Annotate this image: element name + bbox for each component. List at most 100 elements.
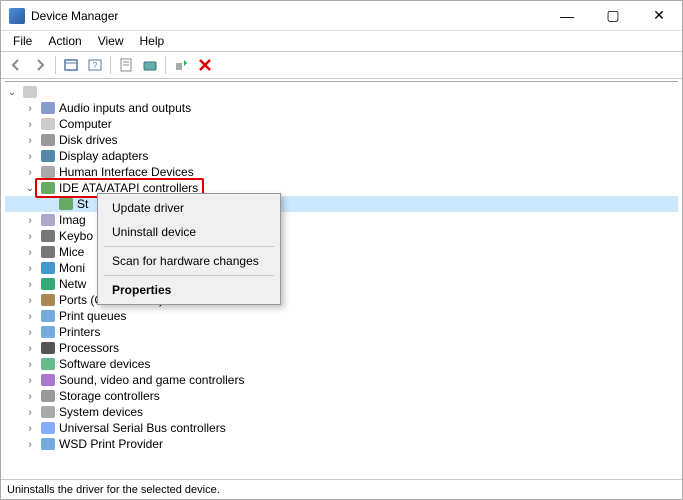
status-text: Uninstalls the driver for the selected d…	[7, 484, 220, 496]
uninstall-device-button[interactable]	[194, 54, 216, 76]
update-driver-button[interactable]	[139, 54, 161, 76]
chevron-right-icon[interactable]: ›	[23, 165, 37, 179]
chevron-right-icon[interactable]: ›	[23, 277, 37, 291]
back-button[interactable]	[5, 54, 27, 76]
tree-item-print-queues[interactable]: › Print queues	[5, 308, 678, 324]
tree-item-label: Keybo	[59, 229, 93, 243]
context-uninstall-device[interactable]: Uninstall device	[100, 220, 278, 244]
tree-item-storage-controllers[interactable]: › Storage controllers	[5, 388, 678, 404]
titlebar: Device Manager — ▢ ✕	[1, 1, 682, 31]
tree-item-label: Human Interface Devices	[59, 165, 194, 179]
imaging-icon	[40, 212, 56, 228]
tree-item-processors[interactable]: › Processors	[5, 340, 678, 356]
chevron-right-icon[interactable]: ›	[23, 293, 37, 307]
chevron-right-icon[interactable]: ›	[23, 245, 37, 259]
tree-item-label: Print queues	[59, 309, 126, 323]
computer-icon	[22, 84, 38, 100]
tree-item-label: Moni	[59, 261, 85, 275]
tree-item-label: Computer	[59, 117, 112, 131]
menu-action[interactable]: Action	[40, 32, 89, 50]
menu-view[interactable]: View	[90, 32, 132, 50]
tree-item-label: Display adapters	[59, 149, 148, 163]
cpu-icon	[40, 340, 56, 356]
chevron-right-icon[interactable]: ›	[23, 133, 37, 147]
tree-item-software-devices[interactable]: › Software devices	[5, 356, 678, 372]
disk-icon	[40, 132, 56, 148]
storage-icon	[40, 388, 56, 404]
help-button[interactable]: ?	[84, 54, 106, 76]
forward-button[interactable]	[29, 54, 51, 76]
tree-item-usb[interactable]: › Universal Serial Bus controllers	[5, 420, 678, 436]
close-button[interactable]: ✕	[636, 1, 682, 31]
tree-item-label: WSD Print Provider	[59, 437, 163, 451]
chevron-right-icon[interactable]: ›	[23, 229, 37, 243]
menu-help[interactable]: Help	[132, 32, 173, 50]
system-icon	[40, 404, 56, 420]
tree-item-label: Sound, video and game controllers	[59, 373, 244, 387]
chevron-right-icon[interactable]: ›	[23, 101, 37, 115]
chevron-right-icon[interactable]: ›	[23, 405, 37, 419]
chevron-right-icon[interactable]: ›	[23, 357, 37, 371]
app-icon	[9, 8, 25, 24]
tree-item-label: Audio inputs and outputs	[59, 101, 191, 115]
chevron-right-icon[interactable]: ›	[23, 261, 37, 275]
keyboard-icon	[40, 228, 56, 244]
usb-icon	[40, 420, 56, 436]
tree-item-label: System devices	[59, 405, 143, 419]
tree-item-computer[interactable]: › Computer	[5, 116, 678, 132]
context-update-driver[interactable]: Update driver	[100, 196, 278, 220]
tree-item-label: Universal Serial Bus controllers	[59, 421, 226, 435]
tree-item-wsd[interactable]: › WSD Print Provider	[5, 436, 678, 452]
tree-item-disk-drives[interactable]: › Disk drives	[5, 132, 678, 148]
chevron-right-icon[interactable]: ›	[23, 117, 37, 131]
properties-button[interactable]	[115, 54, 137, 76]
statusbar: Uninstalls the driver for the selected d…	[1, 479, 682, 499]
audio-icon	[40, 100, 56, 116]
computer-icon	[40, 116, 56, 132]
mouse-icon	[40, 244, 56, 260]
minimize-button[interactable]: —	[544, 1, 590, 31]
svg-text:?: ?	[93, 61, 98, 70]
software-icon	[40, 356, 56, 372]
monitor-icon	[40, 260, 56, 276]
toolbar-separator-3	[165, 56, 166, 74]
chevron-right-icon[interactable]: ›	[23, 213, 37, 227]
tree-item-label: Netw	[59, 277, 86, 291]
menu-file[interactable]: File	[5, 32, 40, 50]
print-queue-icon	[40, 308, 56, 324]
ide-icon	[58, 196, 74, 212]
tree-item-display-adapters[interactable]: › Display adapters	[5, 148, 678, 164]
menubar: File Action View Help	[1, 31, 682, 51]
chevron-blank	[41, 197, 55, 211]
display-icon	[40, 148, 56, 164]
tree-item-label: Processors	[59, 341, 119, 355]
chevron-right-icon[interactable]: ›	[23, 421, 37, 435]
enable-device-button[interactable]	[170, 54, 192, 76]
tree-item-label: Mice	[59, 245, 84, 259]
chevron-right-icon[interactable]: ›	[23, 309, 37, 323]
tree-item-label: Imag	[59, 213, 86, 227]
chevron-right-icon[interactable]: ›	[23, 389, 37, 403]
tree-item-audio[interactable]: › Audio inputs and outputs	[5, 100, 678, 116]
chevron-right-icon[interactable]: ›	[23, 373, 37, 387]
context-properties[interactable]: Properties	[100, 278, 278, 302]
tree-item-label: St	[77, 197, 88, 211]
chevron-right-icon[interactable]: ›	[23, 325, 37, 339]
window-title: Device Manager	[31, 9, 544, 23]
context-separator	[104, 246, 274, 247]
tree-item-label: Software devices	[59, 357, 150, 371]
chevron-right-icon[interactable]: ›	[23, 149, 37, 163]
chevron-right-icon[interactable]: ›	[23, 341, 37, 355]
tree-item-sound-video[interactable]: › Sound, video and game controllers	[5, 372, 678, 388]
chevron-down-icon[interactable]: ⌄	[5, 85, 19, 99]
context-scan-hardware[interactable]: Scan for hardware changes	[100, 249, 278, 273]
context-menu: Update driver Uninstall device Scan for …	[97, 193, 281, 305]
maximize-button[interactable]: ▢	[590, 1, 636, 31]
printer-icon	[40, 324, 56, 340]
show-hide-console-button[interactable]	[60, 54, 82, 76]
tree-item-printers[interactable]: › Printers	[5, 324, 678, 340]
tree-root[interactable]: ⌄	[5, 84, 678, 100]
chevron-right-icon[interactable]: ›	[23, 437, 37, 451]
tree-item-system-devices[interactable]: › System devices	[5, 404, 678, 420]
toolbar: ?	[1, 51, 682, 79]
